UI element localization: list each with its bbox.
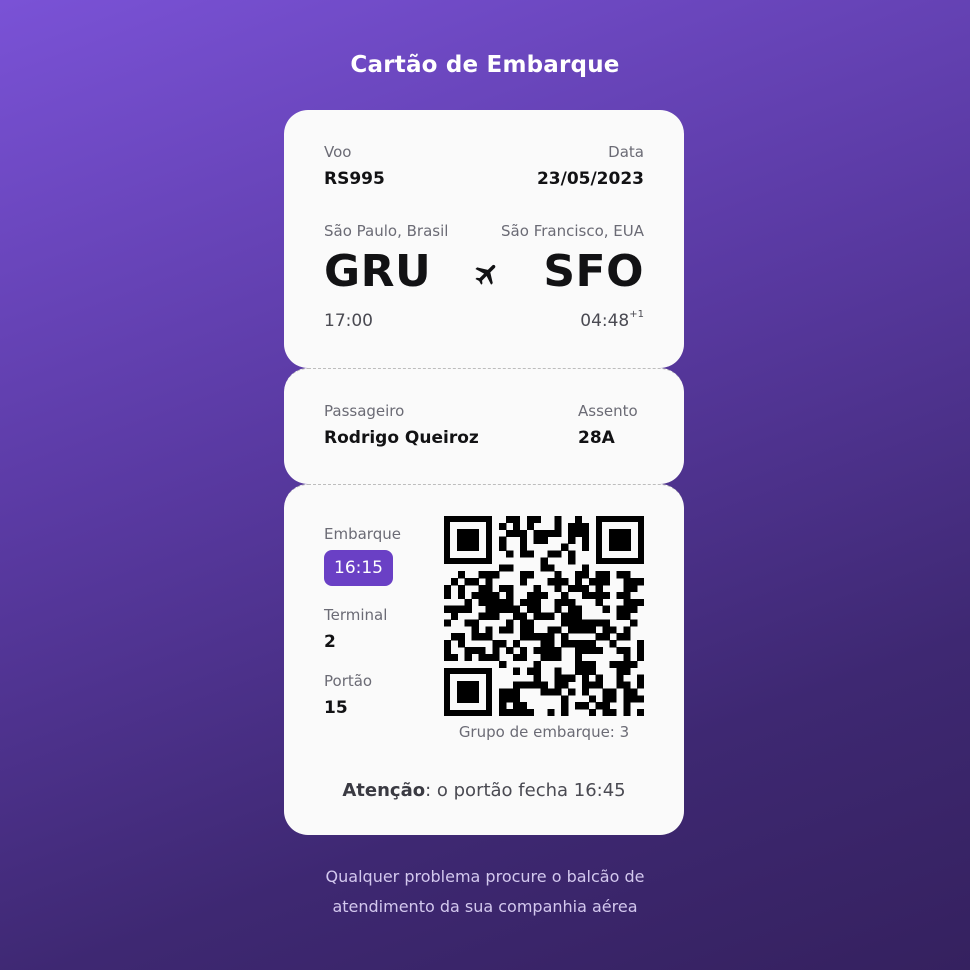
flight-number-block: Voo RS995 (324, 143, 385, 189)
flight-date: 23/05/2023 (536, 169, 644, 189)
boarding-details: Embarque 16:15 Terminal 2 Portão 15 (324, 525, 401, 738)
footer-line-2: atendimento da sua companhia aérea (332, 897, 638, 916)
passenger-row: Passageiro Rodrigo Queiroz Assento 28A (324, 402, 644, 448)
arrival-day-offset: +1 (629, 309, 644, 321)
gate-label: Portão (324, 672, 373, 690)
gate-closing-notice: Atenção: o portão fecha 16:45 (284, 780, 684, 801)
footer-line-1: Qualquer problema procure o balcão de (325, 867, 645, 886)
cities-row: São Paulo, Brasil São Francisco, EUA (324, 222, 644, 240)
qr-code (444, 516, 644, 716)
boarding-time-badge: 16:15 (324, 550, 393, 586)
notice-text: : o portão fecha 16:45 (425, 780, 626, 801)
seat-label: Assento (578, 402, 638, 420)
boarding-label: Embarque (324, 525, 401, 543)
flight-date-row: Voo RS995 Data 23/05/2023 (324, 143, 644, 189)
destination-code: SFO (543, 246, 644, 297)
flight-number: RS995 (324, 169, 385, 189)
date-label: Data (608, 143, 644, 161)
destination-city: São Francisco, EUA (501, 222, 644, 240)
flight-label: Voo (324, 143, 352, 161)
seat-block: Assento 28A (578, 402, 644, 448)
airport-codes-row: GRU SFO (324, 250, 644, 294)
boarding-card: Embarque 16:15 Terminal 2 Portão 15 Grup… (284, 484, 684, 835)
notice-strong: Atenção (342, 780, 426, 801)
origin-city: São Paulo, Brasil (324, 222, 449, 240)
arrival-time-block: 04:48+1 (580, 309, 644, 331)
terminal-value: 2 (324, 632, 336, 652)
airplane-icon (475, 264, 496, 285)
flight-info-card: Voo RS995 Data 23/05/2023 São Paulo, Bra… (284, 110, 684, 368)
seat-value: 28A (578, 428, 615, 448)
origin-code: GRU (324, 246, 432, 297)
footer-message: Qualquer problema procure o balcão de at… (0, 862, 970, 922)
times-row: 17:00 04:48+1 (324, 309, 644, 331)
terminal-field: Terminal 2 (324, 606, 401, 652)
passenger-card: Passageiro Rodrigo Queiroz Assento 28A (284, 368, 684, 484)
passenger-label: Passageiro (324, 402, 405, 420)
arrival-time: 04:48 (580, 311, 630, 331)
gate-value: 15 (324, 698, 348, 718)
terminal-label: Terminal (324, 606, 388, 624)
page-title: Cartão de Embarque (350, 52, 620, 78)
passenger-name: Rodrigo Queiroz (324, 428, 479, 448)
departure-time: 17:00 (324, 311, 373, 331)
boarding-time-field: Embarque 16:15 (324, 525, 401, 586)
passenger-block: Passageiro Rodrigo Queiroz (324, 402, 479, 448)
gate-field: Portão 15 (324, 672, 401, 718)
boarding-group: Grupo de embarque: 3 (458, 723, 630, 741)
date-block: Data 23/05/2023 (537, 143, 644, 189)
